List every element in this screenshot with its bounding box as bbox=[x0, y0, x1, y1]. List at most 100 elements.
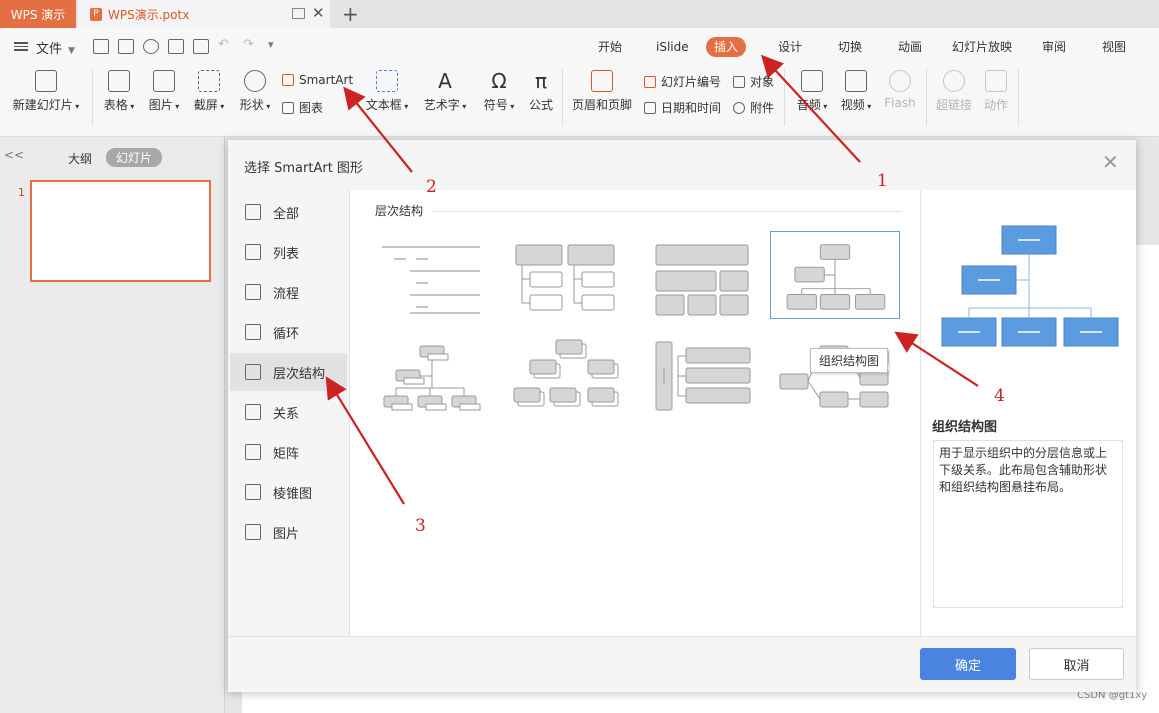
shape-button[interactable]: 形状 ▾ bbox=[236, 70, 274, 113]
document-tab[interactable]: P WPS演示.potx ✕ bbox=[78, 0, 330, 28]
smartart-button[interactable]: SmartArt bbox=[282, 73, 353, 87]
tab-slides[interactable]: 幻灯片 bbox=[106, 148, 163, 167]
shape-label: 形状 bbox=[239, 98, 264, 112]
date-time-button[interactable]: 日期和时间 bbox=[644, 99, 721, 116]
layout-tooltip: 组织结构图 bbox=[810, 348, 889, 373]
category-item[interactable]: 列表 bbox=[230, 233, 347, 271]
layout-thumbnail-labeled-hierarchy[interactable] bbox=[510, 231, 640, 319]
picture-icon bbox=[153, 70, 175, 92]
symbol-button[interactable]: Ω 符号 ▾ bbox=[482, 70, 516, 113]
textbox-button[interactable]: 文本框 ▾ bbox=[364, 70, 410, 113]
attachment-button[interactable]: 附件 bbox=[733, 99, 774, 116]
close-tab-icon[interactable]: ✕ bbox=[312, 4, 325, 22]
undo-icon[interactable]: ↶ bbox=[218, 37, 229, 52]
hyperlink-label: 超链接 bbox=[935, 98, 972, 112]
table-button[interactable]: 表格 ▾ bbox=[100, 70, 138, 113]
category-label: 棱锥图 bbox=[273, 486, 313, 502]
category-label: 流程 bbox=[273, 286, 300, 302]
category-item[interactable]: 全部 bbox=[230, 193, 347, 231]
picture-icon bbox=[245, 524, 261, 540]
cancel-button[interactable]: 取消 bbox=[1029, 648, 1124, 680]
layout-thumbnail-hierarchy-list[interactable] bbox=[376, 231, 506, 319]
wordart-button[interactable]: A 艺术字 ▾ bbox=[422, 70, 468, 113]
new-tab-button[interactable]: + bbox=[342, 2, 359, 26]
layout-thumbnail-name-title-org-chart[interactable] bbox=[376, 336, 506, 424]
slide-thumbnail[interactable] bbox=[30, 180, 211, 282]
textbox-label: 文本框 bbox=[365, 98, 402, 112]
audio-button[interactable]: 音频 ▾ bbox=[794, 70, 830, 113]
chevron-down-icon: ▼ bbox=[68, 46, 75, 56]
slide-number-button[interactable]: 幻灯片编号 bbox=[644, 73, 721, 90]
category-item[interactable]: 层次结构 bbox=[230, 353, 347, 391]
layout-thumbnail-org-chart[interactable] bbox=[770, 231, 900, 319]
layout-thumbnail-table-hierarchy[interactable] bbox=[650, 231, 780, 319]
category-item[interactable]: 循环 bbox=[230, 313, 347, 351]
find-icon[interactable] bbox=[143, 39, 159, 54]
smartart-dialog: 选择 SmartArt 图形 ✕ 全部 列表 流程 循环 层次结构 关系 矩阵 棱锥图 图片 层… bbox=[228, 140, 1136, 692]
object-button[interactable]: 对象 bbox=[733, 73, 774, 90]
tab-2[interactable]: iSlide bbox=[648, 37, 697, 57]
tab-6[interactable]: 动画 bbox=[890, 37, 930, 57]
cycle-icon bbox=[245, 324, 261, 340]
matrix-icon bbox=[245, 444, 261, 460]
layout-thumbnail-vertical-bracket-list[interactable] bbox=[650, 336, 780, 424]
paperclip-icon bbox=[733, 101, 745, 114]
ok-button[interactable]: 确定 bbox=[920, 648, 1016, 680]
tab-outline[interactable]: 大纲 bbox=[68, 150, 92, 167]
action-button[interactable]: 动作 bbox=[980, 70, 1012, 113]
object-label: 对象 bbox=[750, 75, 775, 89]
flash-button[interactable]: Flash bbox=[883, 70, 917, 110]
screenshot-button[interactable]: 截屏 ▾ bbox=[190, 70, 228, 113]
customize-toolbar-icon[interactable]: ▾ bbox=[268, 38, 274, 51]
app-tab[interactable]: WPS 演示 bbox=[0, 0, 76, 28]
tab-7[interactable]: 幻灯片放映 bbox=[944, 37, 1020, 57]
chart-label: 图表 bbox=[299, 101, 324, 115]
new-slide-icon bbox=[35, 70, 57, 92]
table-icon bbox=[108, 70, 130, 92]
category-item[interactable]: 矩阵 bbox=[230, 433, 347, 471]
picture-label: 图片 bbox=[148, 98, 173, 112]
pyramid-icon bbox=[245, 484, 261, 500]
category-item[interactable]: 棱锥图 bbox=[230, 473, 347, 511]
slide-number-label: 幻灯片编号 bbox=[661, 75, 722, 89]
print-preview-icon[interactable] bbox=[193, 39, 209, 54]
action-icon bbox=[985, 70, 1007, 92]
save-icon[interactable] bbox=[118, 39, 134, 54]
collapse-pane-icon[interactable]: << bbox=[4, 148, 24, 162]
category-item[interactable]: 图片 bbox=[230, 513, 347, 551]
speaker-icon bbox=[801, 70, 823, 92]
new-slide-button[interactable]: 新建幻灯片 ▾ bbox=[10, 70, 82, 113]
chart-button[interactable]: 图表 bbox=[282, 99, 323, 116]
redo-icon[interactable]: ↷ bbox=[243, 37, 254, 52]
tab-5[interactable]: 切换 bbox=[830, 37, 870, 57]
file-menu[interactable]: 文件 ▼ bbox=[36, 38, 75, 57]
hamburger-menu-icon[interactable] bbox=[14, 40, 28, 53]
hyperlink-button[interactable]: 超链接 bbox=[934, 70, 974, 113]
slide-number-icon bbox=[644, 75, 656, 88]
tab-1[interactable]: 开始 bbox=[590, 37, 630, 57]
video-button[interactable]: 视频 ▾ bbox=[838, 70, 874, 113]
close-icon[interactable]: ✕ bbox=[1102, 150, 1119, 174]
tab-3[interactable]: 插入 bbox=[706, 37, 747, 57]
relationship-icon bbox=[245, 404, 261, 420]
tab-8[interactable]: 审阅 bbox=[1034, 37, 1074, 57]
tab-9[interactable]: 视图 bbox=[1094, 37, 1134, 57]
picture-button[interactable]: 图片 ▾ bbox=[145, 70, 183, 113]
date-time-label: 日期和时间 bbox=[661, 101, 722, 115]
category-item[interactable]: 流程 bbox=[230, 273, 347, 311]
action-label: 动作 bbox=[983, 98, 1008, 112]
category-label: 列表 bbox=[273, 246, 300, 262]
header-footer-label: 页眉和页脚 bbox=[572, 98, 633, 112]
layout-thumbnail-horizontal-hierarchy[interactable] bbox=[510, 336, 640, 424]
open-folder-icon[interactable] bbox=[93, 39, 109, 54]
category-item[interactable]: 关系 bbox=[230, 393, 347, 431]
formula-button[interactable]: π 公式 bbox=[526, 70, 556, 113]
smartart-icon bbox=[282, 74, 294, 86]
header-footer-button[interactable]: 页眉和页脚 bbox=[572, 70, 632, 113]
tab-4[interactable]: 设计 bbox=[770, 37, 810, 57]
ribbon-separator bbox=[1018, 68, 1019, 126]
pi-icon: π bbox=[534, 69, 548, 93]
ribbon-separator bbox=[92, 68, 93, 126]
print-icon[interactable] bbox=[168, 39, 184, 54]
window-mode-icon[interactable] bbox=[292, 8, 305, 19]
